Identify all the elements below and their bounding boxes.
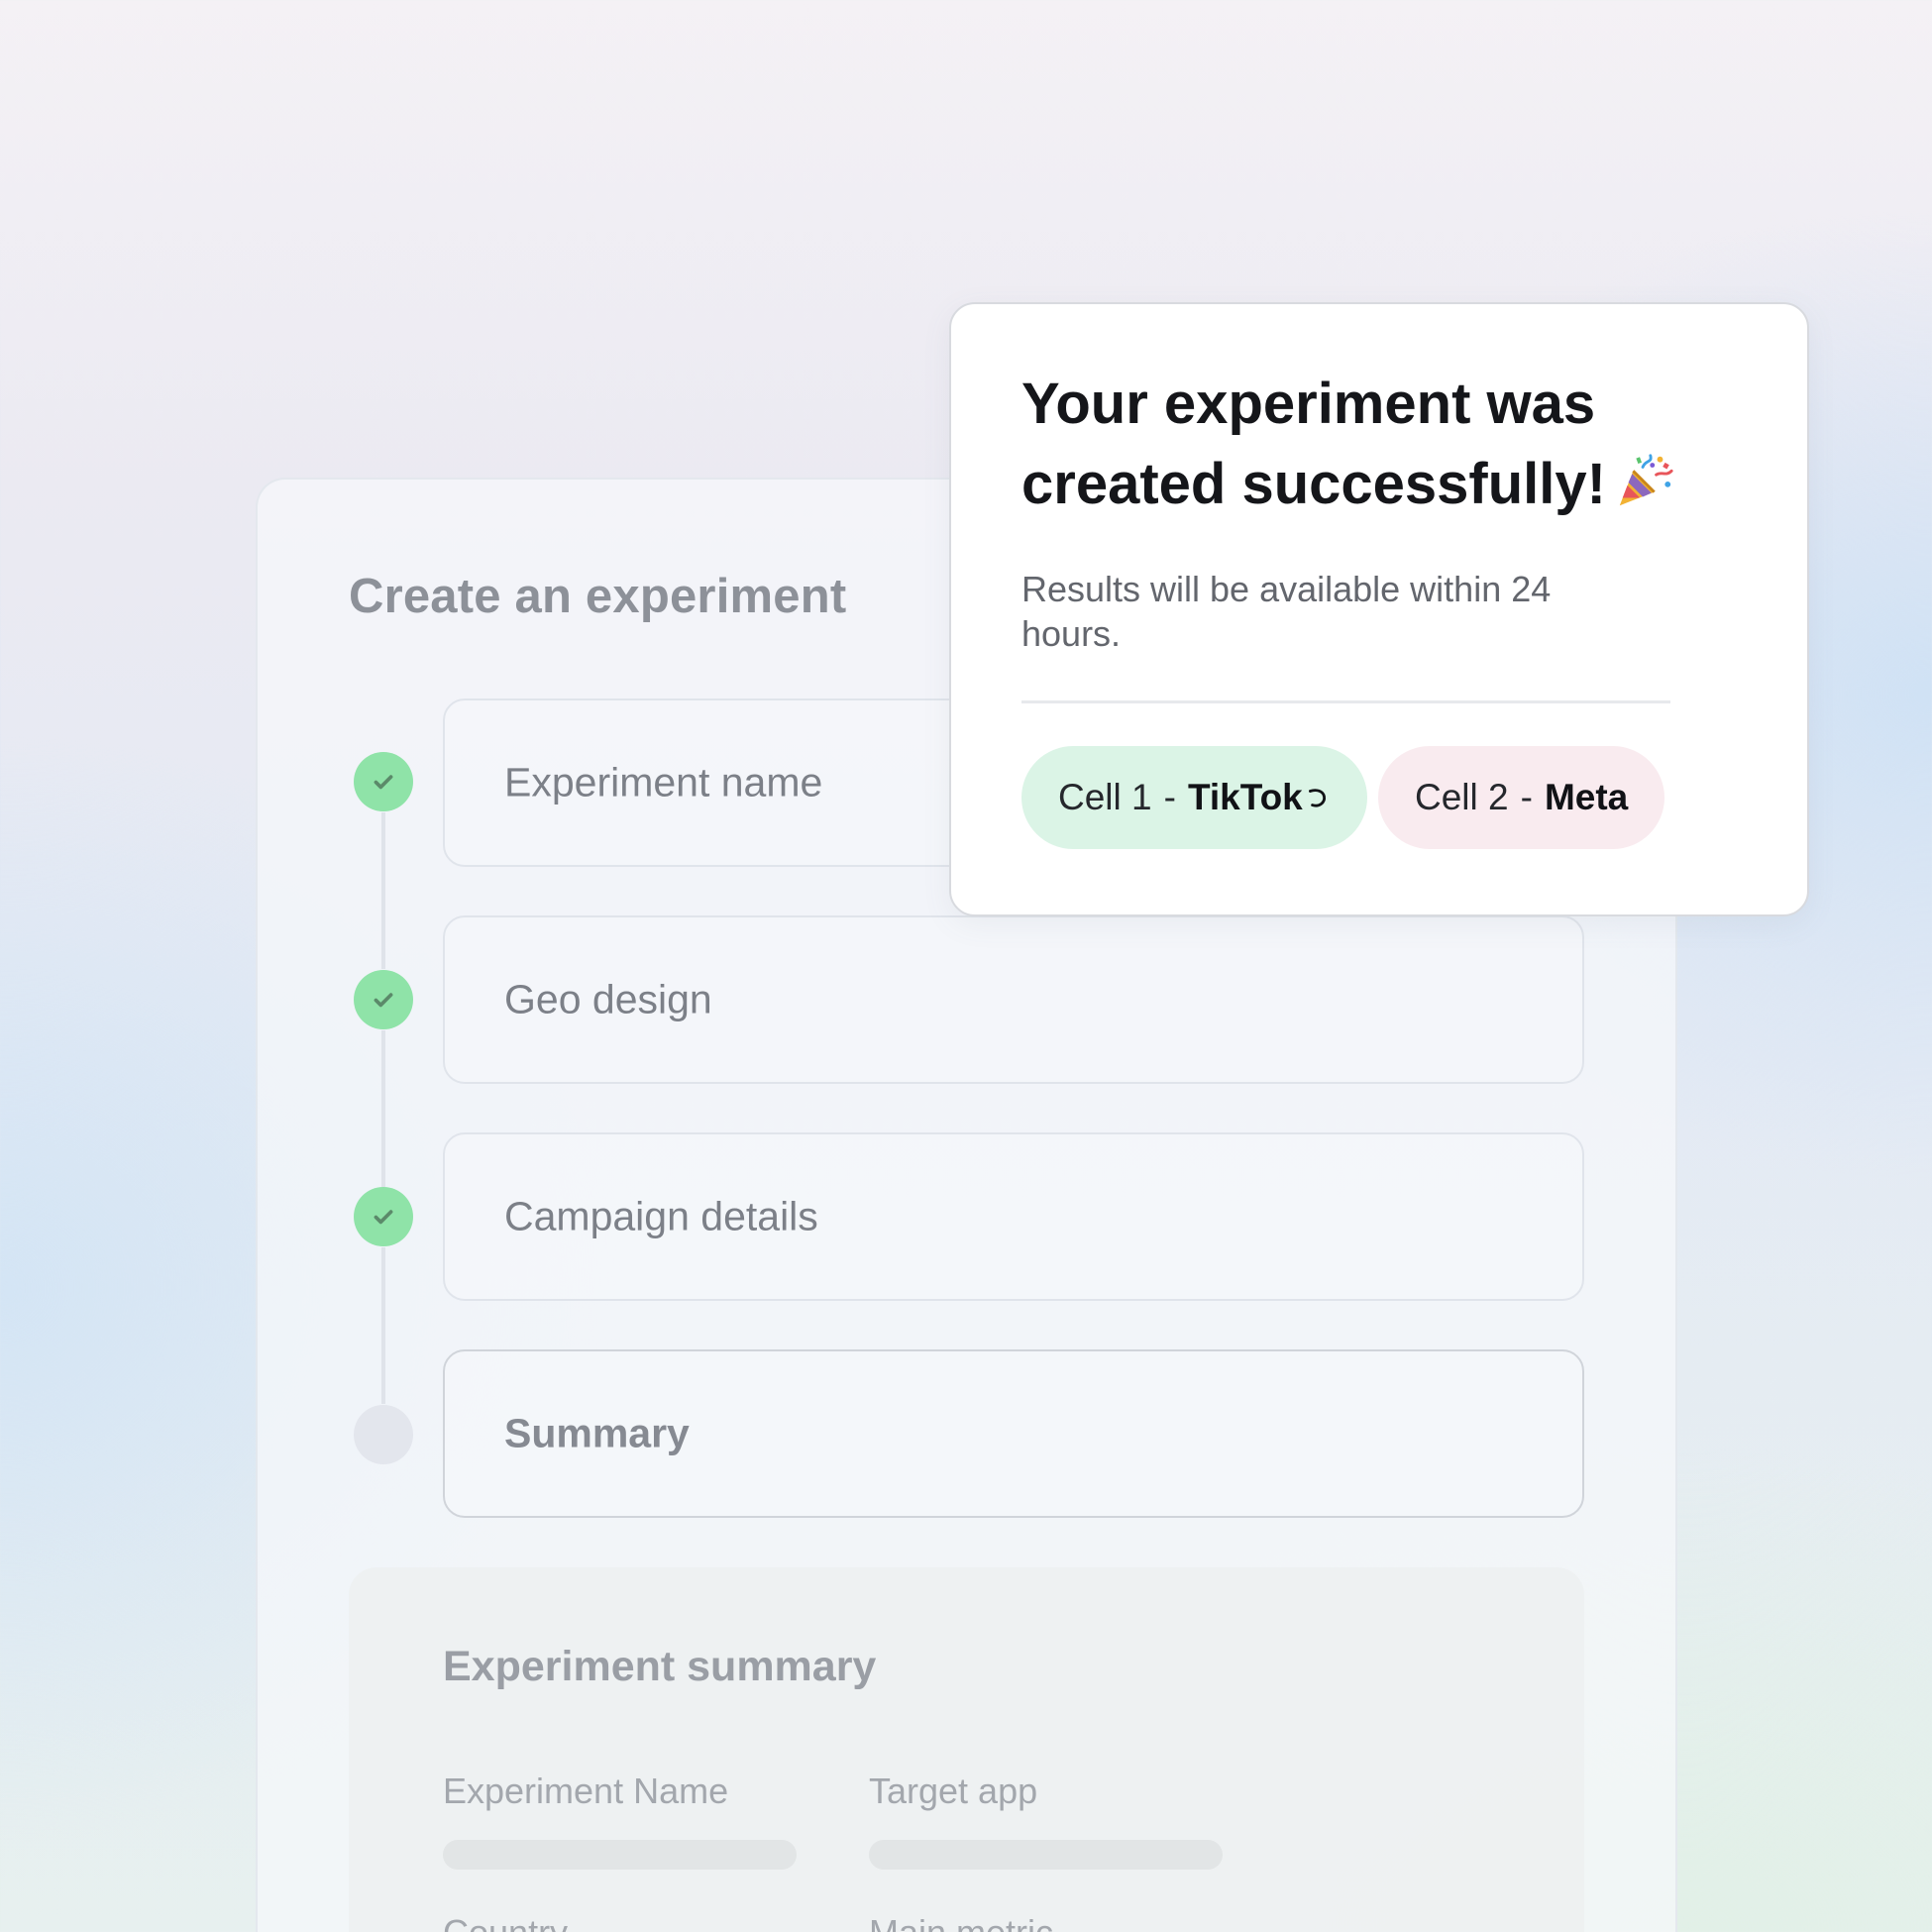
success-title: Your experiment was created successfully… — [1021, 364, 1735, 524]
divider — [1021, 700, 1670, 703]
check-icon — [374, 775, 393, 790]
step-campaign-details[interactable]: Campaign details — [443, 1132, 1584, 1301]
step-geo-design[interactable]: Geo design — [443, 915, 1584, 1084]
step-label: Campaign details — [504, 1193, 818, 1239]
cell-prefix: Cell 1 — [1058, 777, 1152, 817]
field-label-country: Country — [443, 1912, 568, 1932]
page-title: Create an experiment — [349, 570, 847, 623]
cell-separator: - — [1520, 777, 1533, 817]
success-subtitle: Results will be available within 24 hour… — [1021, 569, 1552, 654]
field-label-target-app: Target app — [869, 1771, 1038, 1811]
summary-title: Experiment summary — [443, 1643, 877, 1690]
cell-platform: TikTok — [1187, 777, 1303, 817]
step-complete-indicator — [354, 970, 413, 1029]
step-label: Summary — [504, 1410, 690, 1456]
cell-1-tag: Cell 1 - TikTok — [1021, 746, 1367, 849]
cell-prefix: Cell 2 — [1415, 777, 1509, 817]
cell-separator: - — [1163, 777, 1176, 817]
success-title-text: created successfully! — [1021, 452, 1606, 516]
field-label-main-metric: Main metric — [869, 1912, 1053, 1932]
tiktok-icon — [1308, 789, 1326, 807]
step-summary[interactable]: Summary — [443, 1349, 1584, 1518]
success-popover: Your experiment was created successfully… — [949, 302, 1809, 916]
step-complete-indicator — [354, 1187, 413, 1246]
step-label: Experiment name — [504, 759, 823, 805]
value-placeholder — [443, 1840, 797, 1870]
stepper-connector — [381, 1030, 385, 1187]
field-label-experiment-name: Experiment Name — [443, 1771, 729, 1811]
stepper-connector — [381, 812, 385, 969]
party-popper-icon — [1619, 454, 1673, 506]
cell-platform: Meta — [1544, 777, 1629, 817]
check-icon — [374, 993, 393, 1008]
experiment-summary-panel: Experiment summary Experiment Name Targe… — [349, 1567, 1584, 1932]
step-pending-indicator — [354, 1405, 413, 1464]
success-title-line: Your experiment was — [1021, 372, 1596, 436]
step-label: Geo design — [504, 976, 712, 1022]
step-complete-indicator — [354, 752, 413, 811]
check-icon — [374, 1210, 393, 1225]
stepper-connector — [381, 1247, 385, 1404]
value-placeholder — [869, 1840, 1223, 1870]
success-title-line: created successfully! — [1021, 444, 1735, 524]
cell-2-tag: Cell 2 - Meta — [1378, 746, 1665, 849]
